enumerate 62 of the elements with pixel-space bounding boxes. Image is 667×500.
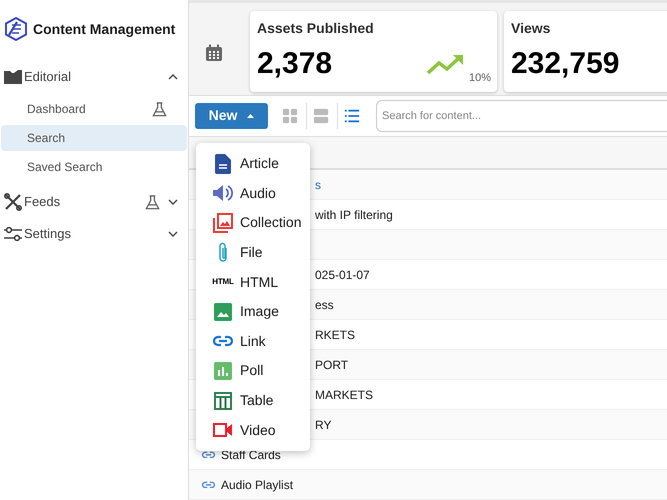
folder-icon — [4, 70, 22, 84]
flask-icon — [152, 102, 167, 116]
chevron-down-icon[interactable] — [168, 199, 178, 205]
nav-item[interactable]: Dashboard — [1, 96, 187, 122]
logo-icon — [5, 17, 27, 41]
table-cell-text: RKETS — [315, 326, 356, 344]
nav-group-label: Settings — [24, 225, 72, 244]
table-cell-text: Audio Playlist — [221, 476, 294, 494]
stat-value: 232,759 — [511, 49, 620, 79]
app-title: Content Management — [33, 20, 176, 39]
table-icon — [214, 392, 232, 410]
stat-value: 2,378 — [257, 49, 332, 79]
menu-item[interactable]: Poll — [196, 356, 310, 386]
link-icon — [202, 480, 215, 488]
menu-item[interactable]: Link — [196, 326, 310, 356]
html-icon: HTML — [212, 278, 234, 286]
sliders-icon — [4, 227, 22, 241]
nav-group[interactable]: Editorial — [0, 61, 188, 93]
menu-item[interactable]: Collection — [196, 208, 310, 238]
table-cell-text: Staff Cards — [221, 446, 281, 464]
stat-title: Views — [511, 19, 550, 38]
nav-item[interactable]: Saved Search — [1, 154, 187, 180]
image-stack-icon — [213, 212, 233, 233]
bar-chart-icon — [214, 362, 232, 380]
trend-percent: 10% — [468, 70, 491, 86]
nav-item[interactable]: Search — [1, 125, 187, 151]
menu-item[interactable]: File — [196, 238, 310, 268]
speaker-icon — [213, 184, 233, 202]
calendar-icon[interactable] — [205, 44, 223, 62]
table-cell-text: MARKETS — [315, 386, 374, 404]
chevron-up-icon[interactable] — [168, 74, 178, 80]
chevron-down-icon[interactable] — [168, 231, 178, 237]
table-cell-text: 025-01-07 — [315, 266, 370, 284]
table-cell-text: RY — [315, 416, 332, 434]
video-camera-icon — [213, 423, 233, 438]
image-icon — [214, 302, 232, 321]
menu-item[interactable]: HTML HTML — [196, 267, 310, 297]
new-button[interactable]: New — [195, 102, 268, 129]
list-view-icon[interactable] — [344, 108, 360, 124]
trend-up-icon — [427, 53, 465, 75]
nav-group-label: Feeds — [24, 193, 62, 212]
nav-group-label: Editorial — [24, 68, 72, 86]
nav-group[interactable]: Settings — [0, 218, 188, 250]
menu-item[interactable]: Article — [196, 149, 310, 179]
menu-item[interactable]: Table — [196, 386, 310, 416]
menu-item[interactable]: Video — [196, 415, 310, 445]
menu-item[interactable]: Audio — [196, 178, 310, 208]
table-cell-text: with IP filtering — [315, 206, 393, 224]
caret-up-icon — [247, 114, 254, 118]
nav-group[interactable]: Feeds — [0, 186, 188, 218]
crossed-tools-icon — [4, 193, 22, 211]
stat-title: Assets Published — [257, 19, 374, 38]
flask-icon — [145, 194, 160, 210]
link-icon — [202, 450, 215, 458]
menu-item[interactable]: Image — [196, 296, 310, 327]
paperclip-icon — [217, 242, 229, 264]
table-cell-text: ess — [315, 296, 334, 314]
search-field[interactable]: Search for content... — [376, 100, 667, 132]
table-cell-text: s — [315, 176, 321, 194]
link-icon — [213, 335, 233, 348]
table-cell-text: PORT — [315, 356, 348, 374]
document-icon — [215, 154, 231, 174]
